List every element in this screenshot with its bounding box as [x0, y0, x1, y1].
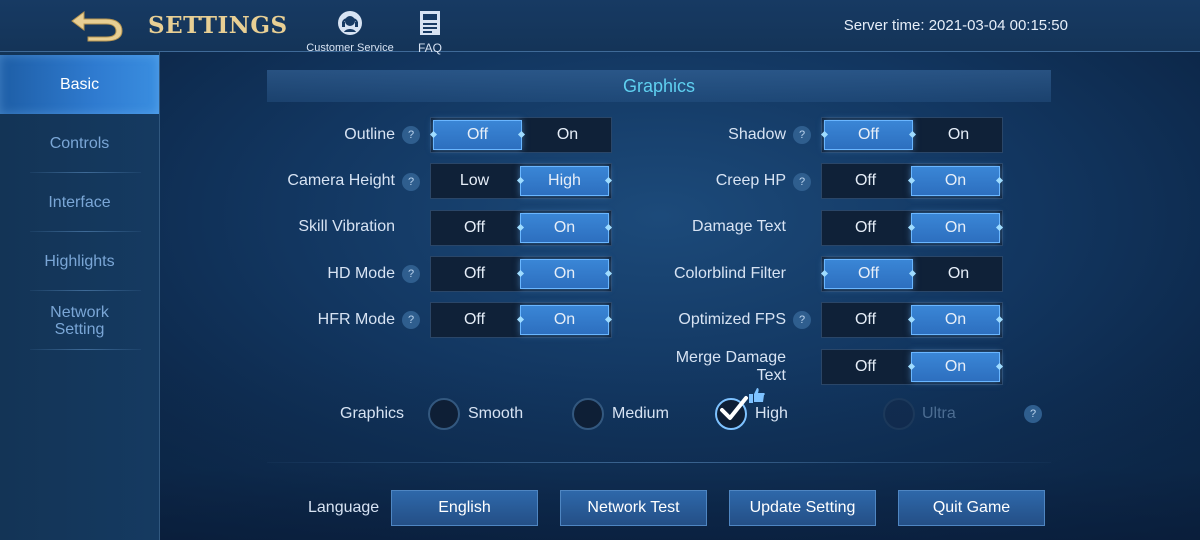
hd-mode-label: HD Mode	[327, 265, 395, 282]
language-button[interactable]: English	[391, 490, 538, 526]
server-time: Server time: 2021-03-04 00:15:50	[843, 17, 1068, 34]
merge-damage-text-off-option[interactable]: Off	[822, 350, 909, 384]
help-icon[interactable]: ?	[402, 173, 420, 191]
sidebar-item-basic[interactable]: Basic	[0, 55, 159, 114]
optimized-fps-on-option[interactable]: On	[911, 305, 1000, 335]
merge-damage-text-label: Merge Damage Text	[675, 349, 786, 384]
damage-text-label: Damage Text	[692, 218, 786, 235]
document-icon	[420, 11, 440, 35]
smooth-option-label: Smooth	[468, 405, 524, 422]
creep-hp-off-option[interactable]: Off	[822, 164, 909, 198]
creep-hp-toggle: Off On	[821, 163, 1003, 199]
help-icon[interactable]: ?	[402, 311, 420, 329]
optimized-fps-off-option[interactable]: Off	[822, 303, 909, 337]
network-test-button[interactable]: Network Test	[560, 490, 707, 526]
shadow-on-option[interactable]: On	[915, 118, 1002, 152]
outline-label: Outline	[344, 126, 395, 143]
customer-service-label: Customer Service	[306, 42, 394, 54]
checkmark-icon	[720, 396, 748, 420]
ultra-radio	[883, 398, 915, 430]
sidebar-item-interface[interactable]: Interface	[0, 173, 159, 232]
damage-text-on-option[interactable]: On	[911, 213, 1000, 243]
skill-vibration-toggle: Off On	[430, 210, 612, 246]
quit-game-button[interactable]: Quit Game	[898, 490, 1045, 526]
skill-vibration-off-option[interactable]: Off	[431, 211, 518, 245]
medium-option-label: Medium	[612, 405, 669, 422]
help-icon[interactable]: ?	[793, 311, 811, 329]
hd-mode-off-option[interactable]: Off	[431, 257, 518, 291]
colorblind-filter-label: Colorblind Filter	[673, 265, 786, 282]
outline-off-option[interactable]: Off	[433, 120, 522, 150]
sidebar-item-label: Network Setting	[50, 303, 109, 338]
smooth-radio[interactable]	[428, 398, 460, 430]
help-icon[interactable]: ?	[793, 126, 811, 144]
damage-text-toggle: Off On	[821, 210, 1003, 246]
camera-height-high-option[interactable]: High	[520, 166, 609, 196]
sidebar: Basic Controls Interface Highlights Netw…	[0, 52, 160, 540]
colorblind-filter-on-option[interactable]: On	[915, 257, 1002, 291]
hfr-mode-toggle: Off On	[430, 302, 612, 338]
customer-service-button[interactable]: Customer Service	[304, 10, 396, 54]
merge-damage-text-toggle: Off On	[821, 349, 1003, 385]
skill-vibration-label: Skill Vibration	[298, 218, 395, 235]
outline-on-option[interactable]: On	[524, 118, 611, 152]
sidebar-item-network-setting[interactable]: Network Setting	[0, 291, 159, 350]
page-title: SETTINGS	[148, 12, 288, 39]
camera-height-low-option[interactable]: Low	[431, 164, 518, 198]
header-bar: SETTINGS Customer Service FAQ Server tim…	[0, 0, 1200, 55]
graphics-quality-label: Graphics	[340, 405, 405, 422]
sidebar-item-controls[interactable]: Controls	[0, 114, 159, 173]
sidebar-item-highlights[interactable]: Highlights	[0, 232, 159, 291]
thumbs-up-icon	[749, 388, 765, 403]
shadow-toggle: Off On	[821, 117, 1003, 153]
help-icon[interactable]: ?	[1024, 405, 1042, 423]
optimized-fps-toggle: Off On	[821, 302, 1003, 338]
ultra-option-label: Ultra	[922, 405, 956, 422]
back-arrow-icon	[71, 11, 123, 42]
creep-hp-label: Creep HP	[715, 172, 786, 189]
damage-text-off-option[interactable]: Off	[822, 211, 909, 245]
hfr-mode-off-option[interactable]: Off	[431, 303, 518, 337]
headset-icon	[338, 11, 362, 35]
divider	[267, 462, 1051, 463]
shadow-label: Shadow	[728, 126, 786, 143]
camera-height-toggle: Low High	[430, 163, 612, 199]
colorblind-filter-toggle: Off On	[821, 256, 1003, 292]
hfr-mode-label: HFR Mode	[317, 311, 395, 328]
language-label: Language	[308, 499, 380, 516]
back-button[interactable]	[68, 8, 126, 42]
outline-toggle: Off On	[430, 117, 612, 153]
high-radio[interactable]	[715, 396, 748, 430]
help-icon[interactable]: ?	[793, 173, 811, 191]
hd-mode-toggle: Off On	[430, 256, 612, 292]
colorblind-filter-off-option[interactable]: Off	[824, 259, 913, 289]
faq-button[interactable]: FAQ	[410, 10, 450, 55]
help-icon[interactable]: ?	[402, 265, 420, 283]
update-setting-button[interactable]: Update Setting	[729, 490, 876, 526]
hd-mode-on-option[interactable]: On	[520, 259, 609, 289]
shadow-off-option[interactable]: Off	[824, 120, 913, 150]
optimized-fps-label: Optimized FPS	[678, 311, 786, 328]
section-title-graphics: Graphics	[267, 70, 1051, 102]
hfr-mode-on-option[interactable]: On	[520, 305, 609, 335]
camera-height-label: Camera Height	[287, 172, 395, 189]
merge-damage-text-on-option[interactable]: On	[911, 352, 1000, 382]
medium-radio[interactable]	[572, 398, 604, 430]
high-option-label: High	[755, 405, 788, 422]
skill-vibration-on-option[interactable]: On	[520, 213, 609, 243]
faq-label: FAQ	[417, 41, 442, 55]
help-icon[interactable]: ?	[402, 126, 420, 144]
creep-hp-on-option[interactable]: On	[911, 166, 1000, 196]
